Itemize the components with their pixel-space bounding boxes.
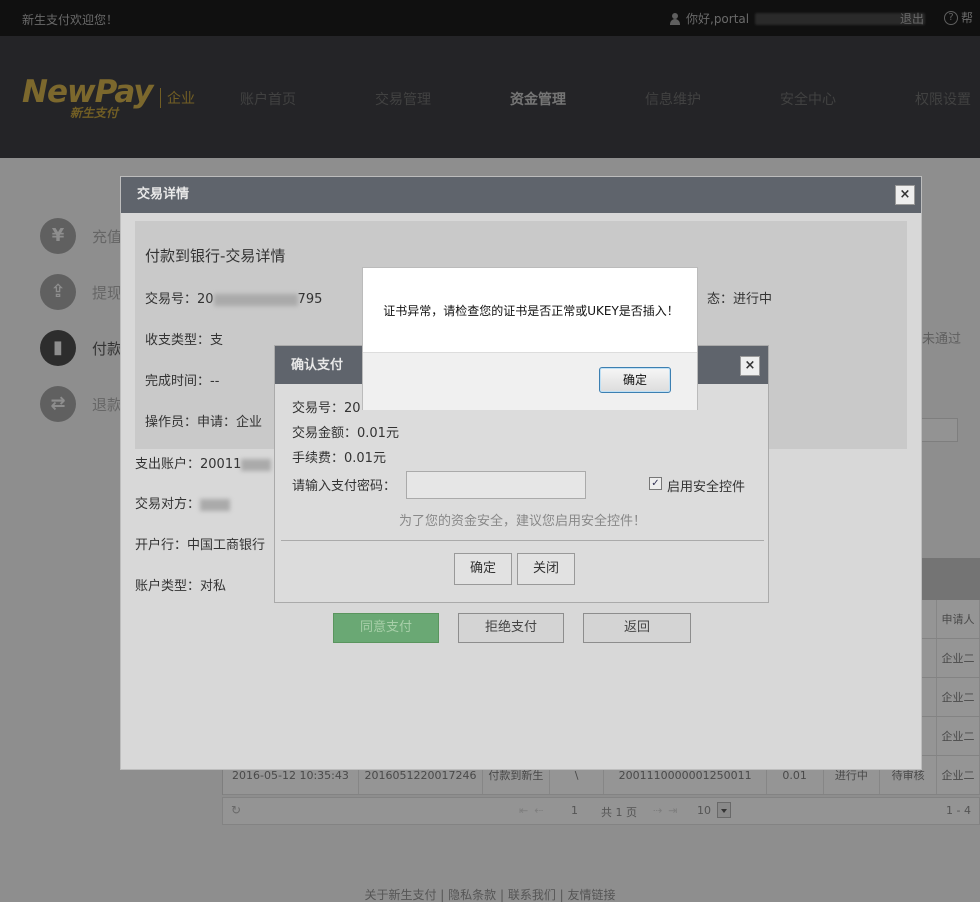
back-button[interactable]: 返回: [583, 613, 691, 643]
security-control-checkbox[interactable]: ✓: [649, 477, 662, 490]
masked-value: [200, 498, 231, 511]
alert-footer: 确定: [363, 352, 697, 410]
detail-finish-time: 完成时间：--: [145, 374, 220, 389]
close-icon[interactable]: ×: [740, 356, 760, 376]
confirm-amount: 交易金额：0.01元: [292, 426, 399, 441]
security-tip: 为了您的资金安全，建议您启用安全控件！: [398, 514, 646, 529]
security-control-label[interactable]: 启用安全控件: [667, 476, 745, 495]
dialog-title: 确认支付: [291, 358, 344, 373]
detail-type: 收支类型：支: [145, 333, 224, 348]
divider: [281, 540, 764, 541]
detail-heading: 付款到银行-交易详情: [145, 247, 286, 265]
confirm-fee: 手续费：0.01元: [292, 451, 386, 466]
detail-account-type: 账户类型：对私: [135, 579, 227, 594]
password-label: 请输入支付密码：: [292, 479, 397, 494]
detail-operator: 操作员：申请：企业: [145, 415, 263, 430]
alert-ok-button[interactable]: 确定: [599, 367, 671, 393]
close-button[interactable]: 关闭: [517, 553, 575, 585]
detail-trade-no: 交易号：20 795: [145, 292, 323, 307]
alert-message: 证书异常，请检查您的证书是否正常或UKEY是否插入！: [383, 304, 679, 318]
detail-counterparty: 交易对方：: [135, 493, 231, 512]
detail-out-account: 支出账户：20011: [135, 453, 272, 472]
masked-value: [241, 458, 272, 471]
dialog-title: 交易详情: [137, 187, 190, 202]
agree-payment-button[interactable]: 同意支付: [333, 613, 439, 643]
detail-status: 态：进行中: [707, 292, 773, 307]
dialog-header: 交易详情 ×: [121, 177, 921, 213]
confirm-trade-no: 交易号：20: [292, 401, 361, 416]
close-icon[interactable]: ×: [895, 185, 915, 205]
reject-payment-button[interactable]: 拒绝支付: [458, 613, 564, 643]
confirm-button[interactable]: 确定: [454, 553, 512, 585]
certificate-error-alert: 证书异常，请检查您的证书是否正常或UKEY是否插入！ 确定: [362, 267, 698, 410]
masked-value: [213, 293, 298, 306]
detail-bank: 开户行：中国工商银行: [135, 538, 266, 553]
payment-password-input[interactable]: [406, 471, 586, 499]
